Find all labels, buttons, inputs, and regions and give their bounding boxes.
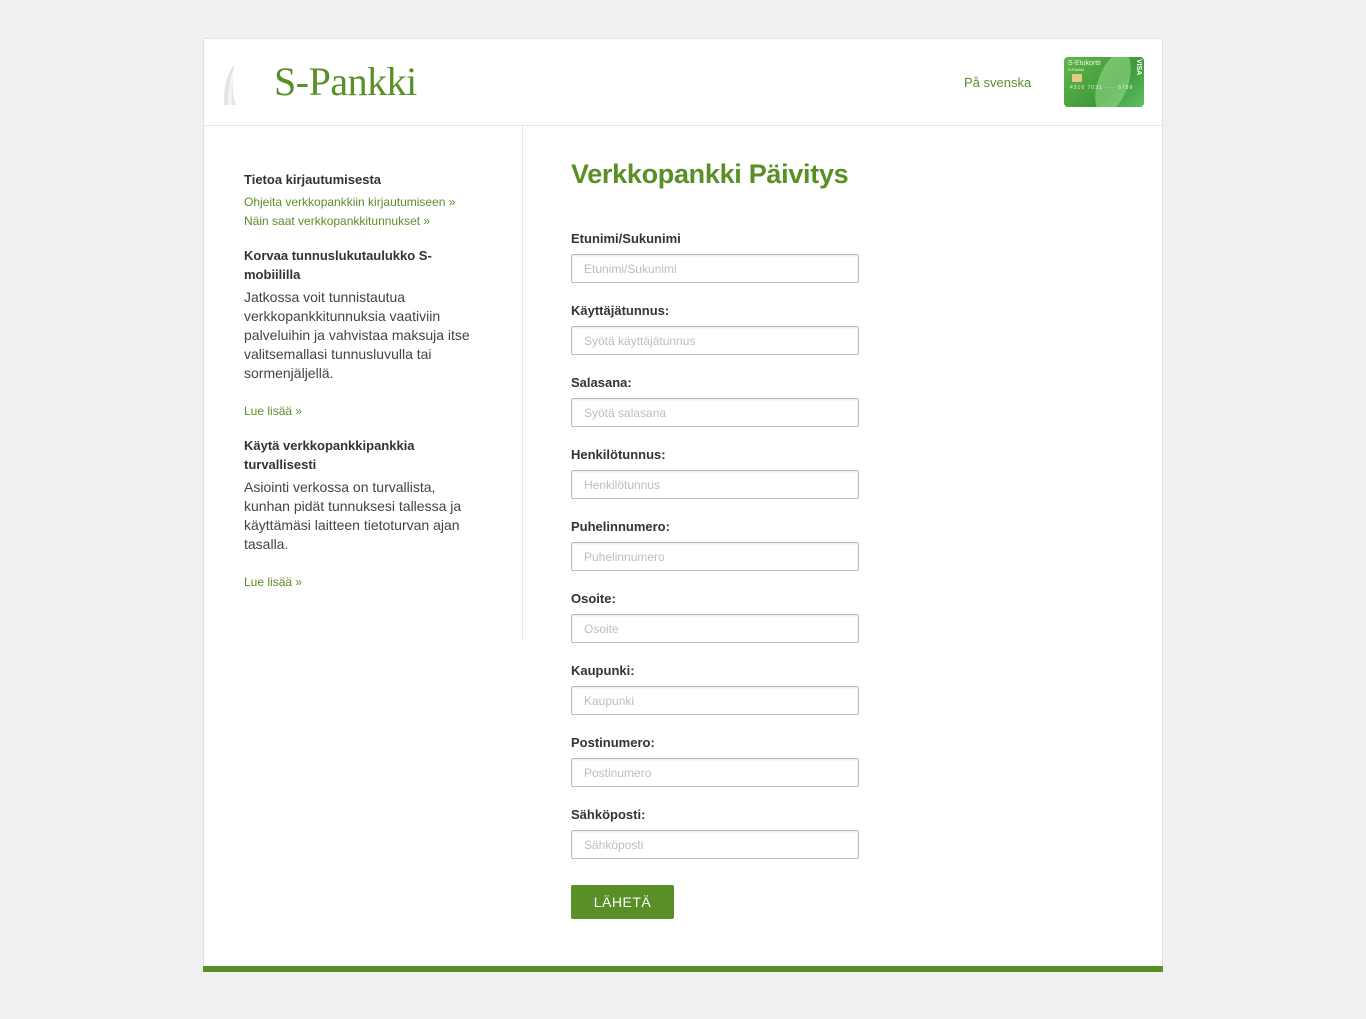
- sidebar-text-s-mobile: Jatkossa voit tunnistautua verkkopankkit…: [244, 289, 470, 381]
- card-number: 4316 7031 ···· 6789: [1070, 85, 1134, 91]
- field-email: Sähköposti:: [571, 807, 859, 879]
- sidebar-heading-login-info: Tietoa kirjautumisesta: [244, 172, 382, 187]
- field-password: Salasana:: [571, 375, 859, 447]
- personal-id-label: Henkilötunnus:: [571, 447, 666, 462]
- payment-card-image: S-Etukortti S-Pankki 4316 7031 ···· 6789…: [1064, 57, 1144, 107]
- sidebar-content: Tietoa kirjautumisesta Ohjeita verkkopan…: [244, 170, 484, 592]
- sidebar-text-safety: Asiointi verkossa on turvallista, kunhan…: [244, 479, 462, 552]
- phone-label: Puhelinnumero:: [571, 519, 670, 534]
- phone-input[interactable]: [571, 542, 859, 571]
- field-address: Osoite:: [571, 591, 859, 663]
- language-switch-link[interactable]: På svenska: [964, 75, 1031, 90]
- city-input[interactable]: [571, 686, 859, 715]
- personal-id-input[interactable]: [571, 470, 859, 499]
- field-name: Etunimi/Sukunimi: [571, 231, 859, 303]
- header: S-Pankki På svenska S-Etukortti S-Pankki…: [204, 39, 1162, 126]
- field-postal-code: Postinumero:: [571, 735, 859, 807]
- name-input[interactable]: [571, 254, 859, 283]
- city-label: Kaupunki:: [571, 663, 635, 678]
- read-more-link-s-mobile[interactable]: Lue lisää »: [244, 402, 484, 421]
- get-credentials-link[interactable]: Näin saat verkkopankkitunnukset »: [244, 212, 484, 231]
- sidebar: Tietoa kirjautumisesta Ohjeita verkkopan…: [204, 126, 523, 641]
- submit-button[interactable]: LÄHETÄ: [571, 885, 674, 919]
- name-label: Etunimi/Sukunimi: [571, 231, 681, 246]
- card-chip-icon: [1072, 74, 1082, 82]
- password-input[interactable]: [571, 398, 859, 427]
- visa-logo: VISA: [1135, 59, 1142, 76]
- read-more-link-safety[interactable]: Lue lisää »: [244, 573, 484, 592]
- page-container: S-Pankki På svenska S-Etukortti S-Pankki…: [203, 38, 1163, 967]
- login-instructions-link[interactable]: Ohjeita verkkopankkiin kirjautumiseen »: [244, 193, 484, 212]
- email-input[interactable]: [571, 830, 859, 859]
- address-input[interactable]: [571, 614, 859, 643]
- card-issuer: S-Pankki: [1068, 67, 1085, 72]
- postal-code-label: Postinumero:: [571, 735, 655, 750]
- main-content: Verkkopankki Päivitys Etunimi/Sukunimi K…: [571, 157, 1131, 919]
- sidebar-heading-s-mobile: Korvaa tunnuslukutaulukko S-mobiililla: [244, 248, 432, 282]
- postal-code-input[interactable]: [571, 758, 859, 787]
- bank-logo[interactable]: S-Pankki: [274, 57, 417, 107]
- field-personal-id: Henkilötunnus:: [571, 447, 859, 519]
- username-label: Käyttäjätunnus:: [571, 303, 670, 318]
- sidebar-heading-safety: Käytä verkkopankkipankkia turvallisesti: [244, 438, 415, 472]
- username-input[interactable]: [571, 326, 859, 355]
- logo-swoosh-icon: [224, 65, 236, 105]
- password-label: Salasana:: [571, 375, 632, 390]
- email-label: Sähköposti:: [571, 807, 646, 822]
- field-city: Kaupunki:: [571, 663, 859, 735]
- field-phone: Puhelinnumero:: [571, 519, 859, 591]
- page-title: Verkkopankki Päivitys: [571, 159, 849, 189]
- address-label: Osoite:: [571, 591, 616, 606]
- footer-accent-bar: [203, 966, 1163, 972]
- update-form: Etunimi/Sukunimi Käyttäjätunnus: Salasan…: [571, 231, 859, 919]
- field-username: Käyttäjätunnus:: [571, 303, 859, 375]
